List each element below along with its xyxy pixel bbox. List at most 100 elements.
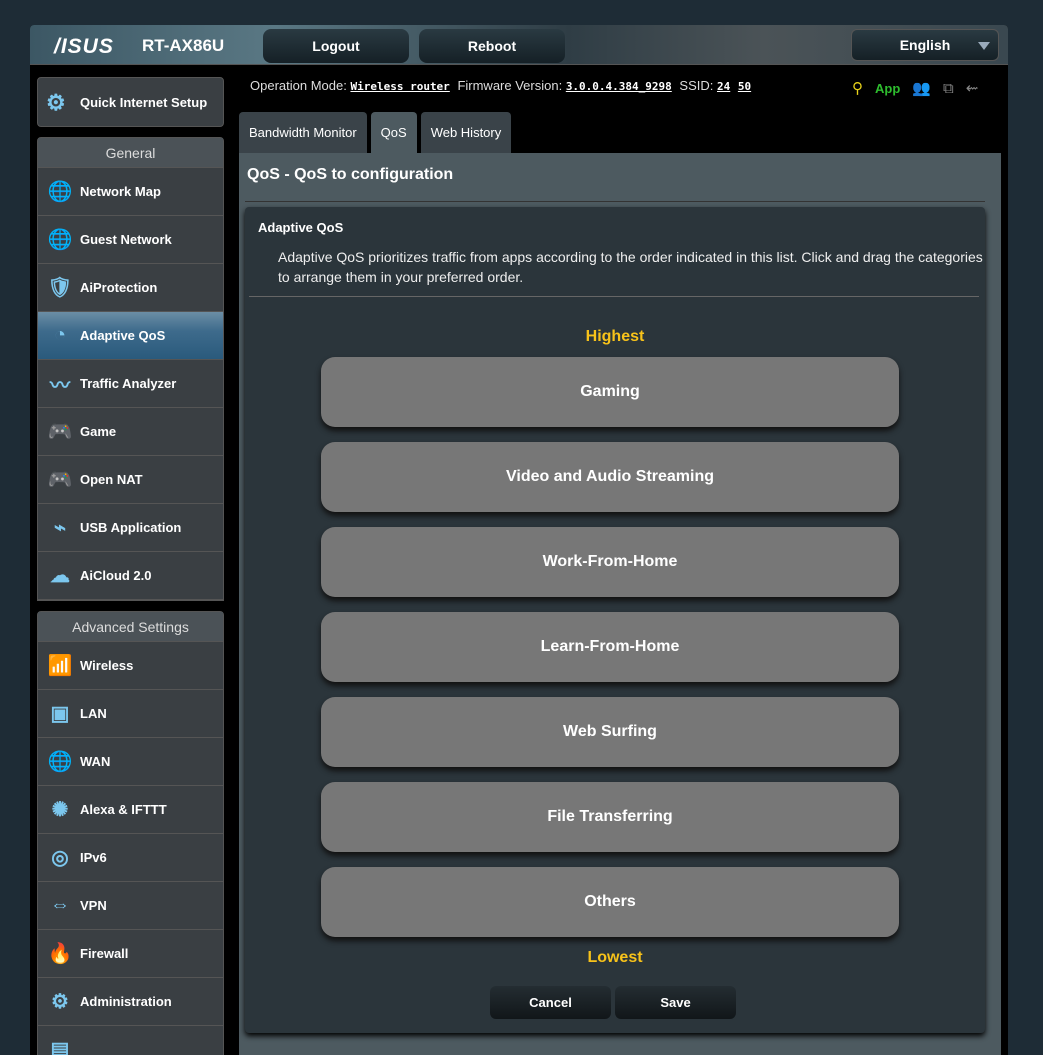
sidebar-item-firewall[interactable]: 🔥 Firewall <box>38 930 223 978</box>
traffic-analyzer-icon: 〰 <box>50 375 70 397</box>
highest-label: Highest <box>585 328 645 345</box>
wan-icon: 🌐 <box>47 751 73 773</box>
adaptive-qos-icon: ◔ <box>53 324 67 346</box>
op-mode-label: Operation Mode: <box>250 78 347 93</box>
sidebar-item-administration[interactable]: ⚙ Administration <box>38 978 223 1026</box>
devices-icon[interactable]: ⧉ <box>943 80 954 97</box>
sidebar-item-quick-internet-setup[interactable]: ⚙ Quick Internet Setup <box>37 77 224 127</box>
language-value: English <box>899 37 951 53</box>
general-header: General <box>38 138 223 168</box>
reboot-button[interactable]: Reboot <box>419 29 565 63</box>
sidebar-item-label: Guest Network <box>80 232 172 247</box>
sidebar-item-label: LAN <box>80 706 107 721</box>
alexa-ifttt-icon: ✺ <box>51 799 69 821</box>
sidebar-item-label: Network Map <box>80 184 161 199</box>
setup-wizard-icon: ⚙ <box>46 89 66 115</box>
tab-bar: Bandwidth Monitor QoS Web History <box>239 112 512 153</box>
status-icons: ⚲ App 👥 ⧉ ⇜ <box>852 79 979 98</box>
lamp-icon[interactable]: ⚲ <box>852 79 863 97</box>
advanced-group: Advanced Settings 📶 Wireless ▣ LAN 🌐 WAN ✺ Alex… <box>37 611 224 1055</box>
divider <box>249 296 979 297</box>
qos-category-work-from-home[interactable]: Work-From-Home <box>321 527 899 597</box>
cancel-button[interactable]: Cancel <box>490 986 611 1019</box>
game-icon: 🎮 <box>47 421 73 443</box>
qos-category-file-transferring[interactable]: File Transferring <box>321 782 899 852</box>
wireless-icon: 📶 <box>47 655 73 677</box>
aiprotection-icon: 🛡 <box>47 277 73 299</box>
ssid-50-link[interactable]: 50 <box>738 80 751 93</box>
lowest-label: Lowest <box>587 949 643 966</box>
logout-button[interactable]: Logout <box>263 29 409 63</box>
sidebar-item-alexa-ifttt[interactable]: ✺ Alexa & IFTTT <box>38 786 223 834</box>
firewall-icon: 🔥 <box>47 943 73 965</box>
ssid-label: SSID: <box>679 78 714 93</box>
sidebar-item-guest-network[interactable]: 🌐 Guest Network <box>38 216 223 264</box>
qos-category-gaming[interactable]: Gaming <box>321 357 899 427</box>
sidebar-item-label: IPv6 <box>80 850 107 865</box>
sidebar-item-label: Adaptive QoS <box>80 328 166 343</box>
general-group: General 🌐 Network Map 🌐 Guest Network 🛡 AiPro… <box>37 137 224 601</box>
more-icon: ▤ <box>50 1039 70 1055</box>
sidebar-item-adaptive-qos[interactable]: ◔ Adaptive QoS <box>38 312 223 360</box>
advanced-header: Advanced Settings <box>38 612 223 642</box>
sidebar-item-wan[interactable]: 🌐 WAN <box>38 738 223 786</box>
sidebar: ⚙ Quick Internet Setup General 🌐 Network M… <box>37 77 224 1055</box>
sidebar-item-label: AiCloud 2.0 <box>80 568 152 583</box>
qos-category-video-and-audio-streaming[interactable]: Video and Audio Streaming <box>321 442 899 512</box>
status-info: Operation Mode: Wireless router Firmware… <box>250 78 755 93</box>
firmware-label: Firmware Version: <box>457 78 563 93</box>
open-nat-icon: 🎮 <box>47 469 73 491</box>
op-mode-link[interactable]: Wireless router <box>350 80 449 93</box>
tab-bandwidth-monitor[interactable]: Bandwidth Monitor <box>239 112 367 153</box>
sidebar-item-label: Open NAT <box>80 472 143 487</box>
tab-web-history[interactable]: Web History <box>420 112 512 153</box>
qos-category-learn-from-home[interactable]: Learn-From-Home <box>321 612 899 682</box>
chevron-down-icon <box>978 42 990 50</box>
model-name: RT-AX86U <box>142 36 225 55</box>
card-description: Adaptive QoS prioritizes traffic from ap… <box>278 249 983 285</box>
divider <box>245 201 985 202</box>
sidebar-item-usb-application[interactable]: ⌁ USB Application <box>38 504 223 552</box>
sidebar-item-label: WAN <box>80 754 111 769</box>
lan-icon: ▣ <box>50 703 70 725</box>
sidebar-item-vpn[interactable]: ⇔ VPN <box>38 882 223 930</box>
qos-category-others[interactable]: Others <box>321 867 899 937</box>
sidebar-item-label: Wireless <box>80 658 134 673</box>
sidebar-item-label: Game <box>80 424 117 439</box>
clients-icon[interactable]: 👥 <box>912 79 931 97</box>
language-select[interactable]: English <box>851 29 999 61</box>
tab-qos[interactable]: QoS <box>370 112 417 153</box>
ssid-24-link[interactable]: 24 <box>717 80 730 93</box>
sidebar-item-lan[interactable]: ▣ LAN <box>38 690 223 738</box>
sidebar-item-more[interactable]: ▤ <box>38 1026 223 1055</box>
firmware-link[interactable]: 3.0.0.4.384_9298 <box>566 80 672 93</box>
sidebar-item-network-map[interactable]: 🌐 Network Map <box>38 168 223 216</box>
sidebar-item-label: Administration <box>80 994 172 1009</box>
sidebar-item-ipv6[interactable]: ◎ IPv6 <box>38 834 223 882</box>
aicloud-2-0-icon: ☁ <box>50 565 70 587</box>
sidebar-item-label: USB Application <box>80 520 182 535</box>
app-link[interactable]: App <box>875 81 900 96</box>
adaptive-qos-card: Adaptive QoS Adaptive QoS prioritizes tr… <box>245 207 985 1033</box>
card-title: Adaptive QoS <box>258 220 344 235</box>
main-panel: QoS - QoS to configuration Adaptive QoS … <box>239 153 1001 1055</box>
sidebar-item-aicloud-2-0[interactable]: ☁ AiCloud 2.0 <box>38 552 223 600</box>
sidebar-item-label: VPN <box>80 898 107 913</box>
sidebar-item-game[interactable]: 🎮 Game <box>38 408 223 456</box>
sidebar-item-aiprotection[interactable]: 🛡 AiProtection <box>38 264 223 312</box>
ipv6-icon: ◎ <box>51 847 69 869</box>
asus-logo: /ISUS <box>54 35 114 58</box>
sidebar-item-traffic-analyzer[interactable]: 〰 Traffic Analyzer <box>38 360 223 408</box>
sidebar-item-label: Quick Internet Setup <box>80 94 208 110</box>
save-button[interactable]: Save <box>615 986 736 1019</box>
router-window: /ISUS RT-AX86U Logout Reboot English Ope… <box>30 25 1008 1055</box>
sidebar-item-open-nat[interactable]: 🎮 Open NAT <box>38 456 223 504</box>
top-bar: /ISUS RT-AX86U Logout Reboot English <box>30 25 1008 65</box>
sidebar-item-wireless[interactable]: 📶 Wireless <box>38 642 223 690</box>
usb-icon[interactable]: ⇜ <box>966 79 979 97</box>
sidebar-item-label: Alexa & IFTTT <box>80 802 167 817</box>
guest-network-icon: 🌐 <box>47 229 73 251</box>
qos-category-web-surfing[interactable]: Web Surfing <box>321 697 899 767</box>
network-map-icon: 🌐 <box>47 181 73 203</box>
sidebar-item-label: Traffic Analyzer <box>80 376 177 391</box>
